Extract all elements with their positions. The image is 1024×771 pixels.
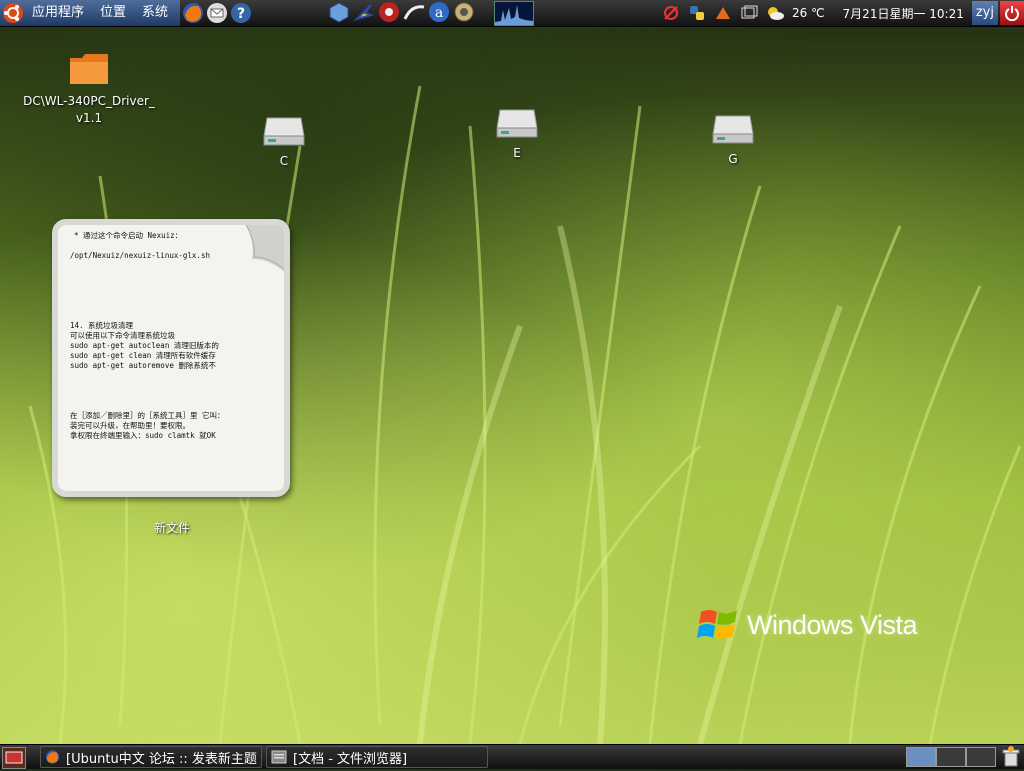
drive-label: E (513, 146, 521, 160)
trash-icon[interactable] (1000, 746, 1022, 768)
note-line: 在［添加／删除里］的［系统工具］里 它叫： (70, 411, 225, 420)
note-line: /opt/Nexuiz/nexuiz-linux-glx.sh (70, 251, 210, 260)
task-file-browser[interactable]: [文档 - 文件浏览器] (266, 746, 488, 768)
show-desktop-icon (5, 751, 23, 764)
window-list-icon[interactable] (739, 3, 759, 23)
python-icon[interactable] (687, 3, 707, 23)
network-icon[interactable] (661, 3, 681, 23)
hard-drive-icon (496, 109, 538, 138)
drive-label: C (279, 154, 289, 168)
desktop-drive-g[interactable]: G (707, 114, 759, 168)
top-panel: 应用程序 位置 系统 ? a 26 ℃ 7月21日星期一 10:21 zyj (0, 0, 1024, 27)
weather-icon[interactable] (765, 3, 785, 23)
desktop-drive-c[interactable]: C (258, 116, 310, 170)
power-icon (1005, 6, 1019, 21)
clock[interactable]: 7月21日星期一 10:21 (843, 5, 964, 22)
page-fold-corner (245, 225, 284, 272)
amarok-icon[interactable]: a (428, 1, 450, 23)
menu-applications[interactable]: 应用程序 (24, 0, 92, 26)
windows-vista-logo: Windows Vista (697, 604, 918, 646)
folder-icon (70, 54, 108, 84)
settings-icon[interactable] (453, 1, 475, 23)
task-label: [文档 - 文件浏览器] (293, 751, 408, 767)
note-line: sudo apt-get autoclean 清理旧版本的 (70, 341, 219, 350)
desktop-folder-driver[interactable]: DC\WL-340PC_Driver_ v1.1 (20, 52, 158, 127)
workspace-2[interactable] (936, 747, 966, 767)
note-line: sudo apt-get autoremove 删除系统不 (70, 361, 216, 370)
note-line: sudo apt-get clean 清理所有软件缓存 (70, 351, 216, 360)
menu-system[interactable]: 系统 (134, 0, 176, 26)
weather-temperature[interactable]: 26 ℃ (792, 6, 825, 20)
deluge-icon[interactable] (353, 1, 375, 23)
user-switcher[interactable]: zyj (971, 1, 998, 25)
mail-icon[interactable] (206, 2, 228, 24)
drive-label: G (728, 152, 738, 166)
desktop-drive-e[interactable]: E (491, 108, 543, 162)
menu-places[interactable]: 位置 (92, 0, 134, 26)
system-tray: 26 ℃ 7月21日星期一 10:21 zyj (658, 0, 1024, 26)
note-line: 装完可以升级，在帮助里！要权限。 (70, 421, 190, 430)
note-line: * 通过这个命令启动 Nexuiz： (74, 231, 183, 240)
firefox-icon (45, 750, 60, 764)
power-button[interactable] (1000, 1, 1024, 25)
task-firefox-forum[interactable]: [Ubuntu中文 论坛 :: 发表新主题 ... (40, 746, 262, 768)
firefox-icon[interactable] (182, 2, 204, 24)
left-launchers: ? (182, 2, 252, 24)
note-line: 可以使用以下命令清理系统垃圾 (70, 331, 175, 340)
file-browser-icon (271, 750, 287, 764)
ubuntu-logo-icon[interactable] (2, 2, 24, 24)
windows-flag-icon (697, 610, 737, 639)
terminal-swoosh-icon[interactable] (403, 1, 425, 23)
virtualbox-icon[interactable] (328, 1, 350, 23)
hard-drive-icon (712, 115, 754, 144)
workspace-3[interactable] (966, 747, 996, 767)
task-label: [Ubuntu中文 论坛 :: 发表新主题 ... (66, 751, 261, 767)
system-monitor-graph[interactable] (494, 1, 534, 26)
bottom-panel: [Ubuntu中文 论坛 :: 发表新主题 ... [文档 - 文件浏览器] (0, 744, 1024, 769)
hard-drive-icon (263, 117, 305, 146)
note-file-label[interactable]: 新文件 (140, 519, 204, 536)
svg-text:?: ? (237, 6, 245, 22)
media-icon[interactable] (378, 1, 400, 23)
svg-text:a: a (435, 5, 443, 21)
vista-logo-text: Windows Vista (747, 609, 918, 640)
help-icon[interactable]: ? (230, 2, 252, 24)
note-line: 14. 系统垃圾清理 (70, 321, 134, 330)
show-desktop-button[interactable] (2, 747, 26, 769)
center-launchers: a (328, 1, 475, 23)
main-menu-bar: 应用程序 位置 系统 (0, 0, 181, 26)
folder-label-line1: DC\WL-340PC_Driver_ (23, 94, 155, 108)
folder-label-line2: v1.1 (75, 111, 103, 125)
text-document-preview[interactable]: * 通过这个命令启动 Nexuiz： /opt/Nexuiz/nexuiz-li… (52, 219, 290, 497)
workspace-1[interactable] (906, 747, 936, 767)
note-line: 拿权限在终端里输入：sudo clamtk 就OK (70, 431, 216, 440)
update-icon[interactable] (713, 3, 733, 23)
